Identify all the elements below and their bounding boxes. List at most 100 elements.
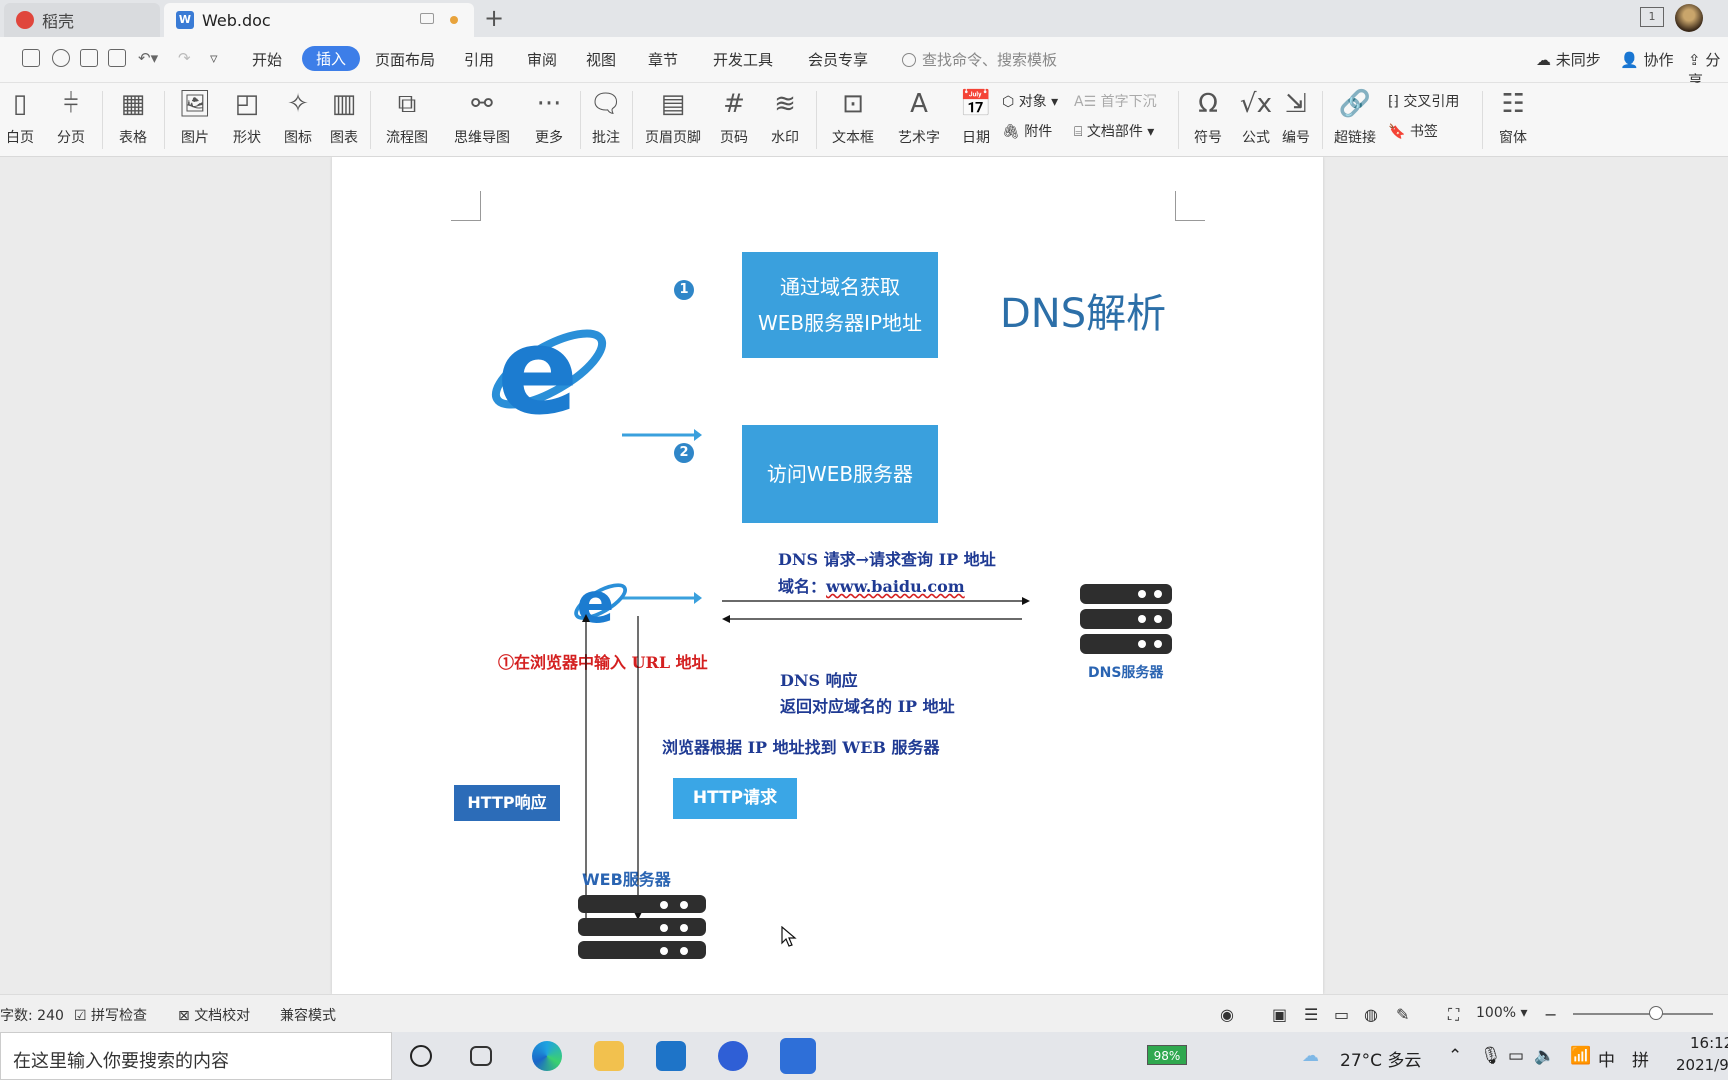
mail-icon[interactable] (656, 1041, 686, 1071)
save-icon[interactable] (22, 49, 40, 67)
comment-button[interactable]: 🗨 批注 (588, 83, 624, 157)
new-tab-icon[interactable]: + (484, 4, 504, 32)
more-label: 更多 (535, 130, 563, 146)
screen-icon[interactable] (420, 13, 434, 24)
zoom-level[interactable]: 100% ▾ (1476, 1005, 1528, 1021)
more-icon: ··· (536, 89, 562, 119)
proofread-button[interactable]: ⊠ 文档校对 (178, 1005, 250, 1025)
numbering-button[interactable]: ⇲ 编号 (1278, 83, 1314, 157)
ribbon-divider (816, 91, 817, 149)
bookmark-button[interactable]: 🔖 书签 (1388, 121, 1438, 141)
menu-insert[interactable]: 插入 (302, 46, 361, 71)
document-page[interactable]: e 1 2 通过域名获取 WEB服务器IP地址 DNS解析 访问WEB服务器 D… (332, 157, 1323, 994)
tab-daoke[interactable]: 稻壳 (4, 3, 160, 37)
link-icon: 🔗 (1338, 89, 1372, 119)
ribbon-divider (632, 91, 633, 149)
form-button[interactable]: ☷ 窗体 (1490, 83, 1536, 157)
browser-find-server-label: 浏览器根据 IP 地址找到 WEB 服务器 (662, 738, 940, 757)
wps-writer-taskbar-icon[interactable] (780, 1038, 816, 1074)
formula-label: 公式 (1242, 130, 1270, 146)
watermark-button[interactable]: ≋ 水印 (762, 83, 808, 157)
wifi-icon[interactable]: 📶 (1570, 1046, 1591, 1066)
formula-button[interactable]: √x 公式 (1236, 83, 1276, 157)
cortana-icon[interactable] (410, 1045, 432, 1067)
textbox-button[interactable]: ⊡ 文本框 (824, 83, 882, 157)
tray-expand-icon[interactable]: ⌃ (1448, 1046, 1462, 1066)
flowchart-button[interactable]: ⧉ 流程图 (378, 83, 436, 157)
collaborate-button[interactable]: 👤 协作 (1620, 49, 1673, 70)
volume-icon[interactable]: 🔈 (1534, 1046, 1555, 1066)
pen-icon[interactable]: ✎ (1396, 1005, 1409, 1024)
object-button[interactable]: ⬡ 对象 ▾ (1002, 91, 1058, 111)
status-bar: 字数: 240 ☑ 拼写检查 ⊠ 文档校对 兼容模式 ◉ ▣ ☰ ▭ ◍ ✎ ⛶… (0, 994, 1728, 1032)
page-view-icon[interactable]: ▣ (1272, 1005, 1287, 1024)
tab-web-doc[interactable]: W Web.doc (164, 3, 474, 37)
undo-icon[interactable]: ↶▾ (138, 49, 158, 67)
menu-home[interactable]: 开始 (252, 49, 282, 70)
date-button[interactable]: 📅 日期 (956, 83, 996, 157)
reading-view-icon[interactable]: ▭ (1334, 1005, 1349, 1024)
file-explorer-icon[interactable] (594, 1041, 624, 1071)
menu-chapter[interactable]: 章节 (648, 49, 678, 70)
doc-parts-button[interactable]: ⌸ 文档部件 ▾ (1074, 121, 1154, 141)
dropcap-button[interactable]: A☰ 首字下沉 (1074, 91, 1157, 111)
page-number-button[interactable]: # 页码 (712, 83, 756, 157)
edge-browser-icon[interactable] (532, 1041, 562, 1071)
word-count[interactable]: 字数: 240 (0, 1005, 64, 1025)
document-canvas[interactable]: e 1 2 通过域名获取 WEB服务器IP地址 DNS解析 访问WEB服务器 D… (0, 157, 1728, 994)
lark-app-icon[interactable] (718, 1041, 748, 1071)
wordart-button[interactable]: A 艺术字 (890, 83, 948, 157)
flowchart-icon: ⧉ (397, 89, 417, 119)
microphone-icon[interactable]: 🎙 (1480, 1046, 1502, 1066)
redo-icon[interactable]: ↷ (178, 49, 191, 67)
picture-button[interactable]: 🖼 图片 (172, 83, 218, 157)
avatar[interactable] (1675, 4, 1703, 32)
battery-tray-icon[interactable]: ▭ (1508, 1046, 1524, 1066)
page-break-button[interactable]: ⫩ 分页 (48, 83, 94, 157)
task-view-icon[interactable] (470, 1046, 492, 1066)
menu-references[interactable]: 引用 (464, 49, 494, 70)
sync-status-button[interactable]: ☁ 未同步 (1536, 49, 1601, 70)
chart-button[interactable]: ▥ 图表 (326, 83, 362, 157)
zoom-out-icon[interactable]: − (1544, 1005, 1557, 1024)
blank-page-button[interactable]: ▯ 白页 (0, 83, 40, 157)
menu-view[interactable]: 视图 (586, 49, 616, 70)
attachment-button[interactable]: 🖇 附件 (1002, 121, 1052, 141)
spellcheck-label: 拼写检查 (91, 1008, 148, 1024)
ime-pinyin[interactable]: 拼 (1632, 1046, 1649, 1071)
menu-page-layout[interactable]: 页面布局 (375, 49, 435, 70)
spellcheck-button[interactable]: ☑ 拼写检查 (74, 1005, 147, 1025)
web-view-icon[interactable]: ◍ (1364, 1005, 1378, 1024)
shape-button[interactable]: ◰ 形状 (224, 83, 270, 157)
hyperlink-button[interactable]: 🔗 超链接 (1330, 83, 1380, 157)
wps-writer-icon: W (176, 11, 194, 29)
weather-text[interactable]: 27°C 多云 (1340, 1046, 1421, 1071)
clock-date[interactable]: 2021/9 (1676, 1056, 1728, 1074)
crossref-button[interactable]: ⁅⁆ 交叉引用 (1388, 91, 1459, 111)
clock-time[interactable]: 16:12 (1690, 1034, 1728, 1052)
chart-icon: ▥ (331, 89, 357, 119)
customize-chevron-icon[interactable]: ▿ (210, 49, 218, 67)
menu-review[interactable]: 审阅 (527, 49, 557, 70)
window-switch-icon[interactable]: 1 (1640, 7, 1664, 27)
symbol-button[interactable]: Ω 符号 (1186, 83, 1230, 157)
battery-indicator[interactable]: 98% (1147, 1045, 1187, 1065)
more-button[interactable]: ··· 更多 (526, 83, 572, 157)
outline-view-icon[interactable]: ☰ (1304, 1005, 1318, 1024)
command-search[interactable]: 查找命令、搜索模板 (902, 49, 1057, 70)
mindmap-button[interactable]: ⚯ 思维导图 (446, 83, 518, 157)
format-painter-icon[interactable] (52, 49, 70, 67)
table-button[interactable]: ▦ 表格 (110, 83, 156, 157)
ime-chinese[interactable]: 中 (1598, 1046, 1615, 1071)
eye-protect-icon[interactable]: ◉ (1220, 1005, 1234, 1024)
menu-member[interactable]: 会员专享 (808, 49, 868, 70)
print-preview-icon[interactable] (108, 49, 126, 67)
zoom-slider-handle[interactable] (1649, 1006, 1663, 1020)
taskbar-search-input[interactable]: 在这里输入你要搜索的内容 (0, 1032, 392, 1080)
print-icon[interactable] (80, 49, 98, 67)
icon-button[interactable]: ✧ 图标 (275, 83, 321, 157)
header-footer-button[interactable]: ▤ 页眉页脚 (640, 83, 706, 157)
menu-developer[interactable]: 开发工具 (713, 49, 773, 70)
zoom-slider-track[interactable] (1573, 1013, 1713, 1015)
fit-page-icon[interactable]: ⛶ (1448, 1005, 1459, 1025)
